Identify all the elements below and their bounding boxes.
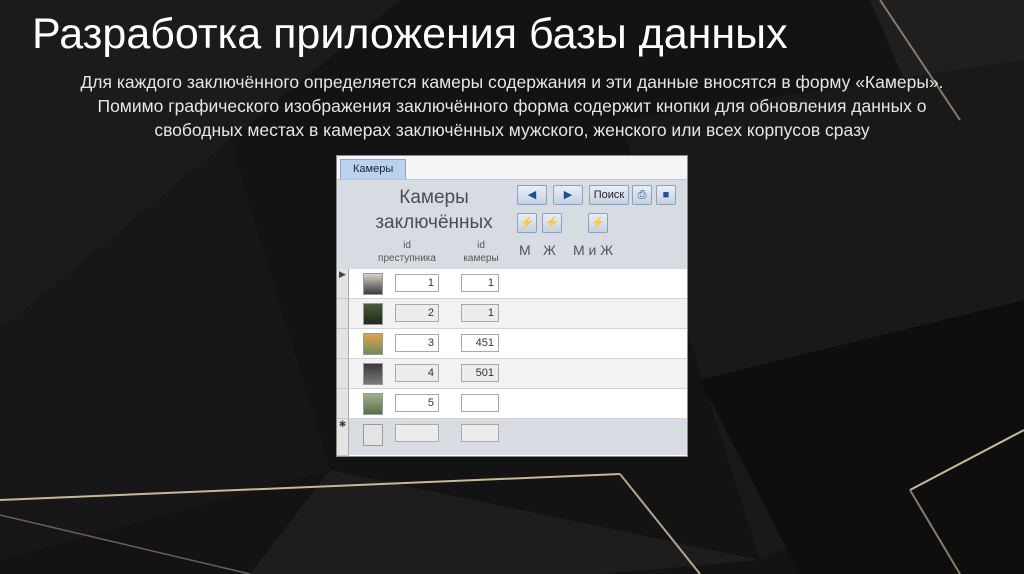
record-selector[interactable]	[337, 329, 349, 359]
record-selector-new[interactable]: ✱	[337, 419, 349, 456]
all-label: М и Ж	[573, 242, 614, 258]
prisoner-id-field[interactable]: 5	[395, 394, 439, 412]
slide-description: Для каждого заключённого определяется ка…	[20, 70, 1004, 142]
empty-photo-placeholder	[363, 424, 383, 446]
prisoner-id-field[interactable]: 3	[395, 334, 439, 352]
column-header-line: преступника	[378, 253, 436, 264]
cell-id-field[interactable]: 451	[461, 334, 499, 352]
column-header-line: id	[403, 240, 411, 251]
save-button[interactable]: ■	[656, 185, 676, 205]
cell-id-field[interactable]: 1	[461, 304, 499, 322]
search-button[interactable]: Поиск	[589, 185, 629, 205]
slide-title: Разработка приложения базы данных	[32, 10, 788, 58]
table-row: 5	[349, 389, 687, 419]
form-header: Камеры заключённых id преступника id кам…	[337, 180, 687, 269]
female-label: Ж	[543, 242, 556, 258]
form-title-line: Камеры	[399, 187, 469, 208]
form-title: Камеры заключённых	[359, 185, 509, 235]
column-header-prisoner-id: id преступника	[367, 239, 447, 265]
male-label: М	[519, 242, 531, 258]
record-selector[interactable]	[337, 299, 349, 329]
printer-icon: ⎙	[637, 189, 647, 201]
update-all-button[interactable]: ⚡	[588, 213, 608, 233]
arrow-left-icon: ◀	[527, 189, 537, 201]
column-header-cell-id: id камеры	[453, 239, 509, 265]
next-record-button[interactable]: ▶	[553, 185, 583, 205]
prisoner-photo	[363, 363, 383, 385]
record-selector-current[interactable]: ▶	[337, 269, 349, 299]
column-header-line: камеры	[463, 253, 499, 264]
record-selector[interactable]	[337, 359, 349, 389]
new-record-row	[349, 419, 687, 455]
description-line: Помимо графического изображения заключён…	[97, 96, 927, 116]
record-selector[interactable]	[337, 389, 349, 419]
prisoner-id-field[interactable]: 2	[395, 304, 439, 322]
description-line: свободных местах в камерах заключённых м…	[154, 120, 870, 140]
new-prisoner-id-field[interactable]	[395, 424, 439, 442]
arrow-right-icon: ▶	[563, 189, 573, 201]
update-male-button[interactable]: ⚡	[517, 213, 537, 233]
new-cell-id-field[interactable]	[461, 424, 499, 442]
prisoner-id-field[interactable]: 1	[395, 274, 439, 292]
table-row: 4 501	[349, 359, 687, 389]
save-icon: ■	[662, 189, 670, 201]
table-row: 2 1	[349, 299, 687, 329]
form-title-line: заключённых	[375, 212, 493, 233]
cell-id-field[interactable]: 501	[461, 364, 499, 382]
print-button[interactable]: ⎙	[632, 185, 652, 205]
prisoner-photo	[363, 303, 383, 325]
cell-id-field[interactable]	[461, 394, 499, 412]
prisoner-photo	[363, 393, 383, 415]
prisoner-photo	[363, 273, 383, 295]
table-row: 1 1	[349, 269, 687, 299]
prisoner-id-field[interactable]: 4	[395, 364, 439, 382]
previous-record-button[interactable]: ◀	[517, 185, 547, 205]
wand-icon: ⚡	[520, 217, 534, 229]
cell-id-field[interactable]: 1	[461, 274, 499, 292]
wand-icon: ⚡	[545, 217, 559, 229]
prisoner-photo	[363, 333, 383, 355]
description-line: Для каждого заключённого определяется ка…	[80, 72, 944, 92]
column-header-line: id	[477, 240, 485, 251]
wand-icon: ⚡	[591, 217, 605, 229]
document-tab-bar: Камеры	[337, 156, 687, 180]
table-row: 3 451	[349, 329, 687, 359]
update-female-button[interactable]: ⚡	[542, 213, 562, 233]
tab-cameras[interactable]: Камеры	[340, 159, 407, 179]
access-form-window: Камеры Камеры заключённых id преступника…	[336, 155, 688, 457]
